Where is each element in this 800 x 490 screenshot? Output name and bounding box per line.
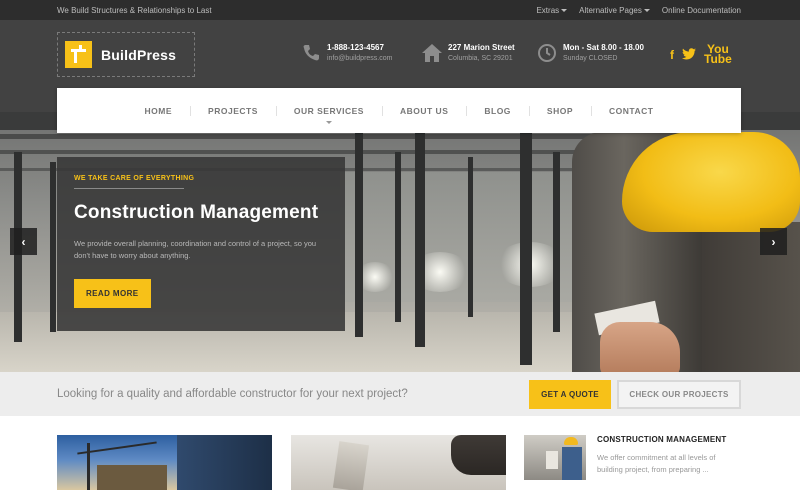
phone-icon — [300, 42, 322, 64]
service-text: We offer commitment at all levels of bui… — [597, 453, 716, 474]
nav-projects[interactable]: PROJECTS — [190, 88, 276, 133]
phone-info: 1-888-123-4567 info@buildpress.com — [300, 42, 392, 64]
chevron-down-icon — [561, 9, 568, 13]
nav-home[interactable]: HOME — [127, 88, 191, 133]
top-bar: We Build Structures & Relationships to L… — [0, 0, 800, 20]
chevron-down-icon — [643, 9, 650, 13]
hero-caption: WE TAKE CARE OF EVERYTHING Construction … — [57, 157, 345, 331]
facebook-icon[interactable]: f — [670, 48, 674, 62]
helmet-image — [622, 132, 800, 232]
service-image-interior[interactable] — [291, 435, 506, 490]
hours-info: Mon - Sat 8.00 - 18.00 Sunday CLOSED — [536, 42, 644, 64]
brand-name: BuildPress — [101, 46, 177, 63]
hours-line2: Sunday CLOSED — [563, 55, 618, 62]
clock-icon — [536, 42, 558, 64]
get-a-quote-button[interactable]: GET A QUOTE — [529, 380, 611, 409]
top-links: Extras Alternative Pages Online Document… — [536, 6, 741, 15]
read-more-button[interactable]: READ MORE — [74, 279, 151, 308]
chevron-right-icon: › — [771, 234, 776, 249]
phone-number[interactable]: 1-888-123-4567 — [327, 42, 392, 53]
kicker-divider — [74, 188, 184, 189]
alternative-pages-label: Alternative Pages — [579, 6, 642, 15]
social-links: f You Tube — [670, 43, 732, 66]
nav-blog[interactable]: BLOG — [466, 88, 529, 133]
address-info: 227 Marion Street Columbia, SC 29201 — [421, 42, 515, 64]
cta-bar: Looking for a quality and affordable con… — [0, 372, 800, 416]
logo[interactable]: BuildPress — [57, 32, 195, 77]
extras-link[interactable]: Extras — [536, 6, 568, 15]
hero-kicker: WE TAKE CARE OF EVERYTHING — [74, 175, 195, 182]
nav-contact[interactable]: CONTACT — [591, 88, 671, 133]
cta-message: Looking for a quality and affordable con… — [57, 388, 408, 400]
service-image-crane[interactable] — [57, 435, 272, 490]
check-our-projects-button[interactable]: CHECK OUR PROJECTS — [617, 380, 741, 409]
hours-line1: Mon - Sat 8.00 - 18.00 — [563, 43, 644, 52]
twitter-icon[interactable] — [682, 47, 696, 63]
nav-shop[interactable]: SHOP — [528, 88, 591, 133]
youtube-icon[interactable]: You Tube — [704, 43, 732, 66]
extras-link-label: Extras — [536, 6, 560, 15]
logo-mark-icon — [65, 41, 92, 68]
home-icon — [421, 42, 443, 64]
slider-next-button[interactable]: › — [760, 228, 787, 255]
service-thumbnail[interactable] — [524, 435, 586, 480]
nav-our-services[interactable]: OUR SERVICES — [275, 88, 382, 133]
tagline: We Build Structures & Relationships to L… — [57, 6, 212, 15]
address-line2: Columbia, SC 29201 — [448, 55, 513, 62]
nav-about-us[interactable]: ABOUT US — [381, 88, 466, 133]
alternative-pages-link[interactable]: Alternative Pages — [579, 6, 650, 15]
chevron-left-icon: ‹ — [21, 234, 26, 249]
service-title[interactable]: CONSTRUCTION MANAGEMENT — [597, 435, 726, 444]
hero-text: We provide overall planning, coordinatio… — [74, 239, 317, 260]
hero-title: Construction Management — [74, 202, 319, 223]
main-navigation: HOME PROJECTS OUR SERVICES ABOUT US BLOG… — [57, 88, 741, 133]
address-line1: 227 Marion Street — [448, 43, 515, 52]
email-address[interactable]: info@buildpress.com — [327, 53, 392, 64]
slider-prev-button[interactable]: ‹ — [10, 228, 37, 255]
youtube-label-2: Tube — [704, 52, 732, 66]
online-documentation-link[interactable]: Online Documentation — [662, 6, 741, 15]
